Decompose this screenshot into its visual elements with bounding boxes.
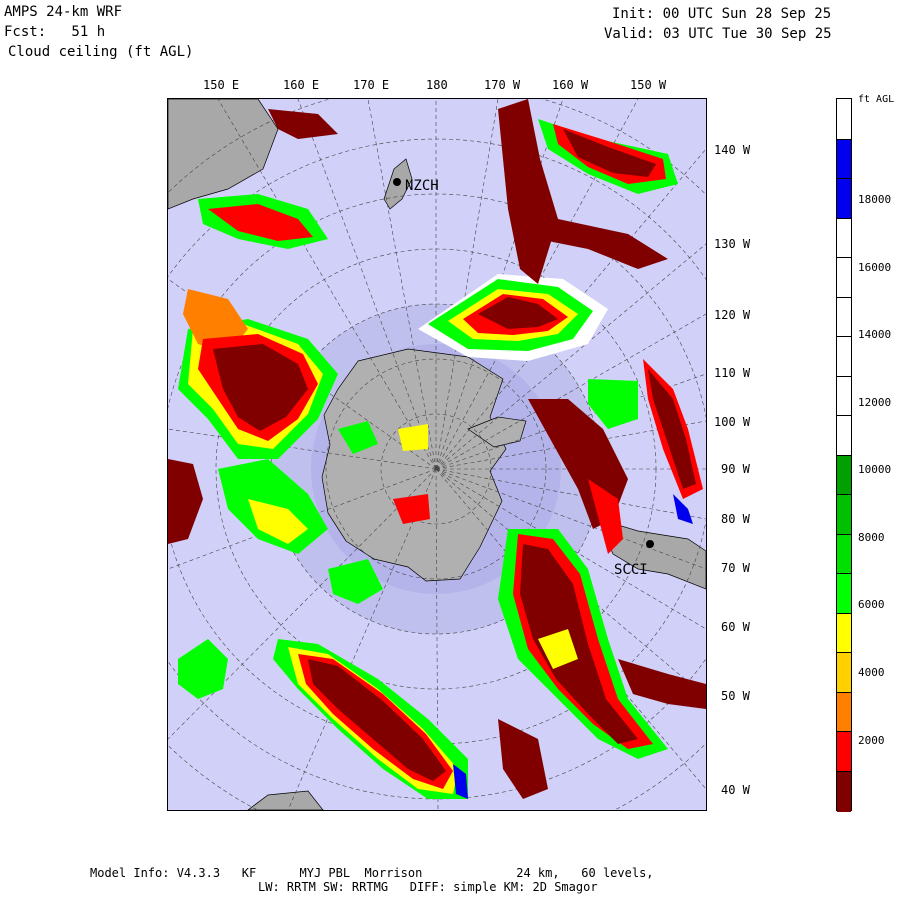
colorbar-segment <box>837 612 851 654</box>
station-label: NZCH <box>405 178 439 194</box>
colorbar-segment <box>837 257 851 298</box>
lon-label: 100 W <box>714 415 751 429</box>
colorbar-tick-label: 18000 <box>858 193 892 206</box>
colorbar-tick-label: 4000 <box>858 666 885 679</box>
colorbar-segment <box>837 99 851 139</box>
lon-label: 120 W <box>714 308 751 322</box>
africa-landmass <box>247 790 324 810</box>
lon-label: 130 W <box>714 237 751 251</box>
lon-label: 150 E <box>203 78 240 92</box>
valid-time: Valid: 03 UTC Tue 30 Sep 25 <box>604 26 832 42</box>
station-label: SCCI <box>614 562 648 578</box>
lon-label: 110 W <box>714 366 751 380</box>
lon-label: 50 W <box>721 689 750 703</box>
colorbar-segment <box>837 770 851 812</box>
colorbar-tick-label: 14000 <box>858 328 892 341</box>
colorbar-tick-label: 6000 <box>858 598 885 611</box>
colorbar-segment <box>837 375 851 417</box>
colorbar-tick-label: 16000 <box>858 261 892 274</box>
cloud-ceiling-map: NZCH SCCI <box>168 99 706 810</box>
map-panel: NZCH SCCI <box>167 98 707 811</box>
colorbar-segment <box>837 731 851 772</box>
colorbar-segment <box>837 178 851 219</box>
init-time: Init: 00 UTC Sun 28 Sep 25 <box>612 6 832 22</box>
colorbar-tick-label: 12000 <box>858 396 892 409</box>
colorbar-tick-label: 10000 <box>858 463 892 476</box>
colorbar-segment <box>837 454 851 496</box>
colorbar-tick-label: 8000 <box>858 531 885 544</box>
colorbar-segment <box>837 691 851 733</box>
model-info-line1: Model Info: V4.3.3 KF MYJ PBL Morrison 2… <box>90 866 654 880</box>
lon-label: 90 W <box>721 462 750 476</box>
lon-label: 60 W <box>721 620 750 634</box>
lon-label: 140 W <box>714 143 751 157</box>
colorbar-segment <box>837 217 851 259</box>
colorbar-segment <box>837 533 851 575</box>
colorbar-segment <box>837 296 851 338</box>
colorbar-unit: ft AGL <box>858 94 895 105</box>
colorbar-segment <box>837 494 851 535</box>
lon-label: 180 <box>426 78 448 92</box>
field-name: Cloud ceiling (ft AGL) <box>8 44 194 60</box>
forecast-hour: Fcst: 51 h <box>4 24 106 40</box>
colorbar-segment <box>837 573 851 614</box>
lon-label: 80 W <box>721 512 750 526</box>
colorbar-segment <box>837 336 851 377</box>
lon-label: 150 W <box>630 78 667 92</box>
lon-label: 170 E <box>353 78 390 92</box>
lon-label: 70 W <box>721 561 750 575</box>
lon-label: 160 W <box>552 78 589 92</box>
lon-label: 160 E <box>283 78 320 92</box>
colorbar-segment <box>837 138 851 180</box>
colorbar-segment <box>837 415 851 456</box>
model-info-line2: LW: RRTM SW: RRTMG DIFF: simple KM: 2D S… <box>258 880 598 894</box>
colorbar-tick-label: 2000 <box>858 734 885 747</box>
lon-label: 40 W <box>721 783 750 797</box>
colorbar <box>836 98 852 812</box>
model-title: AMPS 24-km WRF <box>4 4 123 20</box>
colorbar-segment <box>837 652 851 693</box>
lon-label: 170 W <box>484 78 521 92</box>
australia-landmass <box>168 99 279 210</box>
